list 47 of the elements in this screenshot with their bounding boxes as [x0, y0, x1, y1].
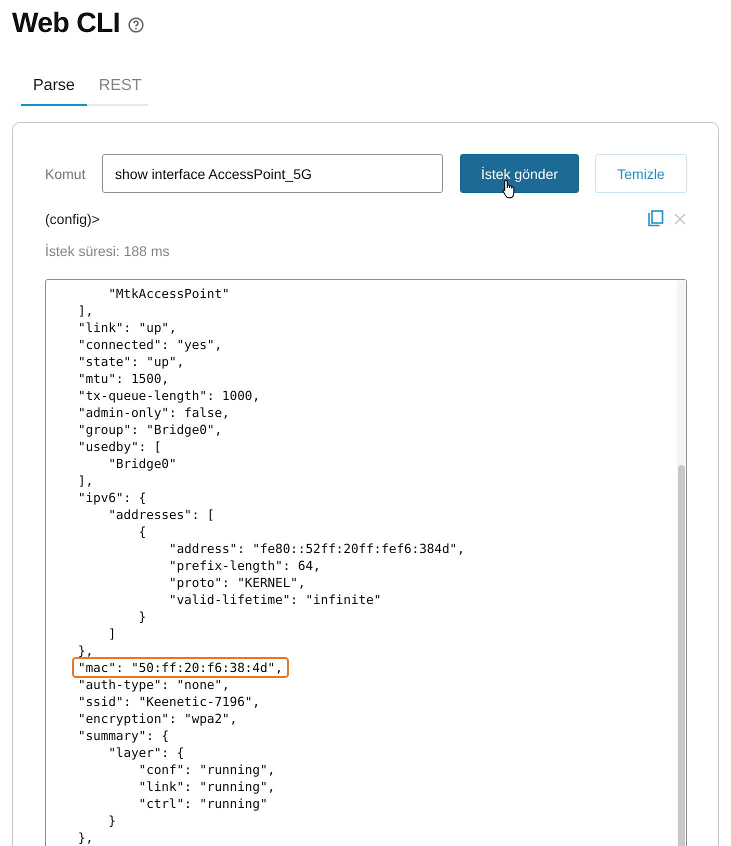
code-line: "valid-lifetime": "infinite"	[168, 591, 382, 608]
code-line: },	[78, 642, 94, 659]
code-line: "group": "Bridge0",	[78, 421, 222, 438]
code-line: "state": "up",	[78, 353, 184, 370]
page-title: Web CLI	[12, 7, 120, 39]
code-line: "link": "running",	[138, 778, 276, 795]
tab[interactable]: REST	[86, 73, 154, 106]
prompt-text: (config)>	[45, 210, 100, 226]
code-line: "connected": "yes",	[78, 336, 222, 353]
code-line: "ipv6": {	[78, 489, 146, 506]
code-line: "mtu": 1500,	[78, 370, 169, 387]
code-line: "link": "up",	[78, 319, 177, 336]
code-line: }	[138, 608, 146, 625]
code-line: "auth-type": "none",	[78, 676, 230, 693]
code-line: "ctrl": "running"	[138, 795, 268, 812]
code-line: "proto": "KERNEL",	[168, 574, 306, 591]
code-line: ],	[78, 302, 94, 319]
code-line: "layer": {	[107, 744, 184, 761]
code-line: "summary": {	[78, 727, 169, 744]
code-line: "prefix-length": 64,	[168, 557, 321, 574]
code-line: "mac": "50:ff:20:f6:38:4d",	[74, 659, 287, 676]
clear-button[interactable]: Temizle	[595, 154, 687, 193]
code-line: ],	[78, 472, 94, 489]
code-line: "usedby": [	[78, 438, 162, 455]
code-line: "conf": "running",	[138, 761, 276, 778]
code-line: {	[138, 523, 146, 540]
request-time: İstek süresi: 188 ms	[45, 243, 170, 259]
tab[interactable]: Parse	[21, 73, 87, 106]
send-button[interactable]: İstek gönder	[460, 154, 579, 193]
code-line: "encryption": "wpa2",	[78, 710, 238, 727]
command-input[interactable]: show interface AccessPoint_5G	[102, 154, 443, 193]
code-line: },	[78, 829, 94, 846]
code-line: ]	[107, 625, 116, 642]
code-line: "MtkAccessPoint"	[107, 285, 230, 302]
code-line: "address": "fe80::52ff:20ff:fef6:384d",	[168, 540, 465, 557]
copy-icon[interactable]	[648, 210, 664, 227]
code-line: "Bridge0"	[107, 455, 177, 472]
close-icon[interactable]	[674, 212, 686, 224]
code-line: }	[107, 812, 116, 829]
command-label: Komut	[45, 166, 86, 182]
code-line: "admin-only": false,	[78, 404, 230, 421]
scrollbar[interactable]	[677, 280, 686, 846]
code-line: "ssid": "Keenetic-7196",	[78, 693, 260, 710]
scrollbar-thumb[interactable]	[678, 465, 685, 846]
code-line: "addresses": [	[107, 506, 214, 523]
help-icon[interactable]	[128, 17, 144, 33]
code-line: "tx-queue-length": 1000,	[78, 387, 260, 404]
